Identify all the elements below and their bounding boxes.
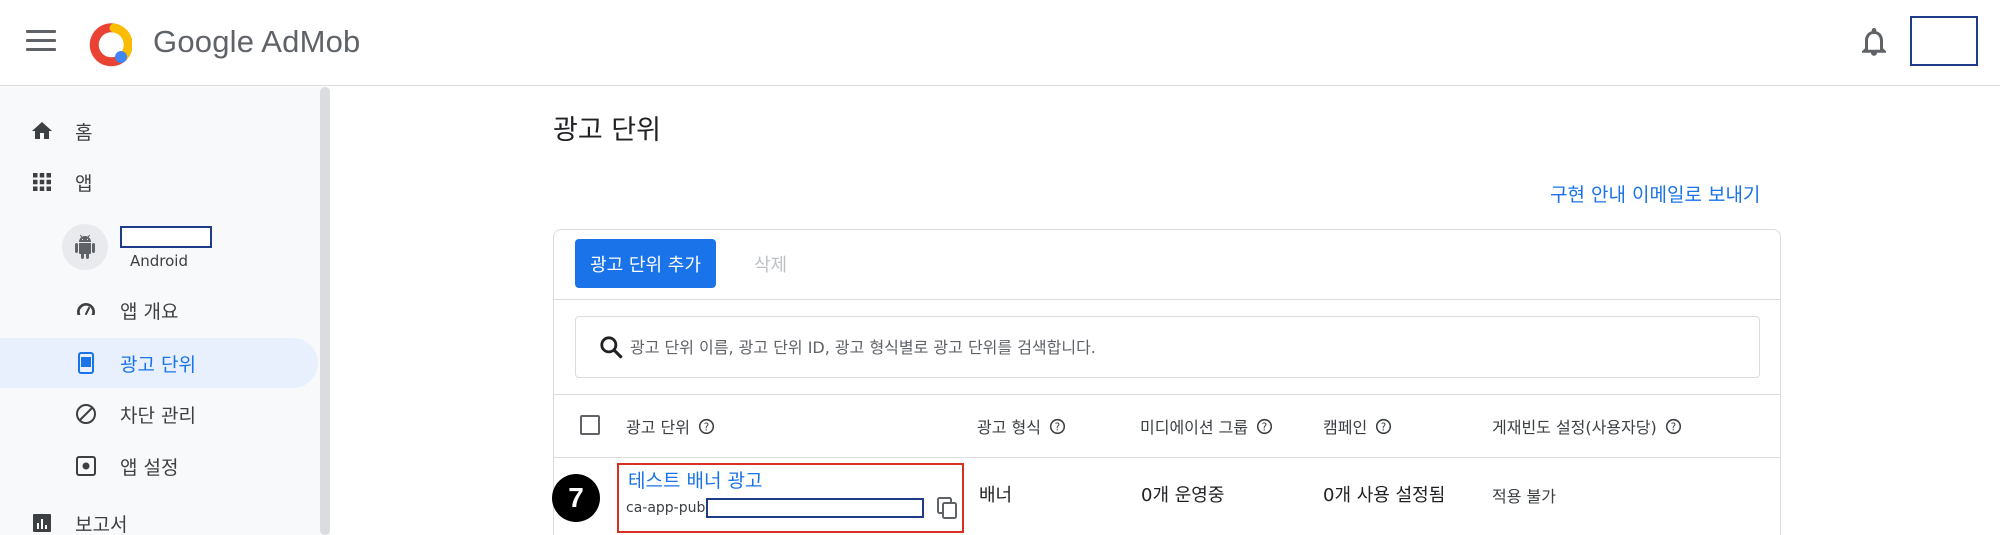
ad-unit-icon [78, 352, 94, 374]
sidebar-scrollbar[interactable] [320, 87, 330, 535]
bar-chart-icon [33, 514, 51, 532]
settings-icon [76, 456, 96, 476]
cell-ad-format: 배너 [979, 485, 1013, 506]
account-avatar[interactable] [1910, 16, 1978, 66]
column-header-ad-unit[interactable]: 광고 단위 ? [626, 414, 715, 438]
home-icon [32, 122, 52, 139]
svg-text:?: ? [1671, 422, 1676, 433]
svg-text:?: ? [1055, 422, 1060, 433]
app-name-redacted [120, 226, 212, 248]
search-bar[interactable] [575, 316, 1760, 378]
delete-button[interactable]: 삭제 [754, 251, 787, 277]
sidebar-item-reports[interactable]: 보고서 [0, 498, 318, 535]
sidebar-item-home[interactable]: 홈 [0, 106, 318, 156]
hamburger-menu-icon[interactable] [26, 30, 56, 54]
android-icon [75, 235, 95, 259]
brand-name: Google AdMob [153, 24, 361, 59]
search-icon [600, 336, 623, 359]
bell-icon[interactable] [1860, 28, 1888, 58]
help-icon[interactable]: ? [1665, 418, 1682, 435]
sidebar-item-label: 앱 설정 [120, 456, 179, 479]
sidebar-item-label: 앱 개요 [120, 300, 179, 323]
sidebar-item-ad-units[interactable]: 광고 단위 [0, 338, 318, 388]
svg-text:?: ? [1381, 422, 1386, 433]
column-header-ad-format[interactable]: 광고 형식 ? [977, 414, 1066, 438]
add-ad-unit-button[interactable]: 광고 단위 추가 [575, 239, 716, 288]
cell-mediation-group[interactable]: 0개 운영중 [1141, 481, 1224, 507]
speedometer-icon [76, 303, 96, 315]
cell-frequency-cap: 적용 불가 [1492, 487, 1556, 506]
column-header-label: 광고 형식 [977, 418, 1041, 437]
sidebar-item-label: 보고서 [75, 513, 128, 535]
column-header-mediation-group[interactable]: 미디에이션 그룹 ? [1140, 414, 1273, 438]
help-icon[interactable]: ? [1256, 418, 1273, 435]
top-app-bar: Google AdMob [0, 0, 2000, 86]
sidebar-item-label: 광고 단위 [120, 353, 196, 376]
apps-grid-icon [33, 173, 51, 191]
divider [554, 299, 1780, 300]
app-icon [62, 224, 108, 270]
column-header-label: 캠페인 [1323, 418, 1368, 437]
cell-campaign[interactable]: 0개 사용 설정됨 [1323, 481, 1445, 507]
divider [554, 394, 1780, 395]
search-input[interactable] [630, 327, 1740, 367]
help-icon[interactable]: ? [1049, 418, 1066, 435]
column-header-label: 광고 단위 [626, 418, 690, 437]
help-icon[interactable]: ? [1375, 418, 1392, 435]
page-title: 광고 단위 [553, 115, 661, 146]
sidebar-app-entry[interactable]: Android [62, 222, 242, 274]
step-number-badge: 7 [552, 474, 600, 522]
sidebar-item-label: 앱 [75, 172, 93, 195]
sidebar-item-apps[interactable]: 앱 [0, 157, 318, 207]
column-header-campaign[interactable]: 캠페인 ? [1323, 414, 1392, 438]
sidebar-item-label: 홈 [75, 121, 93, 144]
column-header-label: 미디에이션 그룹 [1140, 418, 1249, 437]
app-platform-label: Android [130, 252, 188, 270]
help-icon[interactable]: ? [698, 418, 715, 435]
admob-logo-icon [89, 23, 132, 67]
highlight-box [617, 463, 964, 533]
select-all-checkbox[interactable] [580, 415, 600, 435]
column-header-label: 게재빈도 설정(사용자당) [1492, 418, 1657, 437]
divider [554, 457, 1780, 458]
svg-text:?: ? [704, 422, 709, 433]
sidebar-item-app-overview[interactable]: 앱 개요 [0, 285, 318, 335]
column-header-frequency-cap[interactable]: 게재빈도 설정(사용자당) ? [1492, 414, 1682, 438]
sidebar-item-blocking[interactable]: 차단 관리 [0, 389, 318, 439]
email-instructions-link[interactable]: 구현 안내 이메일로 보내기 [1550, 180, 1760, 207]
block-icon [76, 404, 96, 424]
svg-text:?: ? [1262, 422, 1267, 433]
sidebar-item-label: 차단 관리 [120, 404, 196, 427]
sidebar-item-app-settings[interactable]: 앱 설정 [0, 441, 318, 491]
